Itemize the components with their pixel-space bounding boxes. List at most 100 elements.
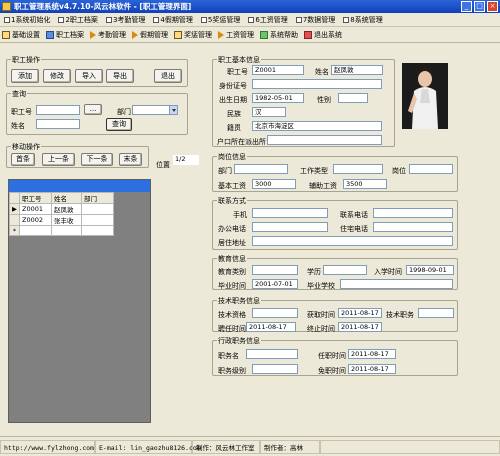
toolbar-attendance[interactable]: 考勤管理 bbox=[90, 30, 126, 40]
status-url: http://www.fylzhong.com bbox=[0, 439, 95, 454]
dept-field[interactable] bbox=[234, 164, 288, 174]
menu-rewards[interactable]: 5奖惩管理 bbox=[199, 15, 242, 25]
toolbar-employee-files[interactable]: 职工档案 bbox=[46, 30, 84, 40]
origin-label: 籍贯 bbox=[227, 124, 241, 132]
edu-category-field[interactable] bbox=[252, 265, 298, 275]
group-title: 职工基本信息 bbox=[217, 55, 261, 65]
next-button[interactable]: 下一条 bbox=[81, 153, 113, 166]
column-header[interactable]: 部门 bbox=[81, 192, 114, 204]
work-type-label: 工作类型 bbox=[300, 167, 328, 175]
toolbar-leave[interactable]: 假期管理 bbox=[132, 30, 168, 40]
close-icon[interactable]: × bbox=[487, 1, 498, 12]
duty-name-field[interactable] bbox=[246, 349, 298, 359]
column-header[interactable]: 姓名 bbox=[51, 192, 82, 204]
id-field[interactable] bbox=[252, 79, 382, 89]
arrow-icon bbox=[218, 31, 224, 39]
status-empty bbox=[320, 439, 500, 454]
tech-qual-field[interactable] bbox=[252, 308, 298, 318]
maximize-icon[interactable]: □ bbox=[474, 1, 485, 12]
menu-item-icon bbox=[248, 16, 255, 23]
first-button[interactable]: 首条 bbox=[11, 153, 35, 166]
name-input[interactable] bbox=[36, 119, 80, 129]
group-title: 技术职务信息 bbox=[217, 296, 261, 306]
menu-data[interactable]: 7数据管理 bbox=[294, 15, 337, 25]
menu-employee-files[interactable]: 2职工档案 bbox=[56, 15, 99, 25]
position-value: 1/2 bbox=[172, 154, 200, 166]
toolbar-rewards[interactable]: 奖惩管理 bbox=[174, 30, 212, 40]
table-cell[interactable] bbox=[81, 225, 114, 236]
home-phone-label: 住宅电话 bbox=[340, 225, 368, 233]
row-selector[interactable]: ▶ bbox=[9, 203, 20, 215]
window-title: 职工管理系统v4.7.10-风云林软件 - [职工管理界面] bbox=[14, 2, 192, 11]
group-title: 职工操作 bbox=[11, 55, 41, 65]
menu-salary[interactable]: 6工资管理 bbox=[246, 15, 289, 25]
row-selector[interactable]: * bbox=[9, 225, 20, 236]
duty-level-field[interactable] bbox=[252, 364, 298, 374]
mobile-field[interactable] bbox=[252, 208, 328, 218]
table-row[interactable]: * bbox=[9, 225, 114, 236]
toolbar-help[interactable]: 系统帮助 bbox=[260, 30, 298, 40]
menu-attendance[interactable]: 3考勤管理 bbox=[104, 15, 147, 25]
dismiss-date-label: 免职时间 bbox=[318, 367, 346, 375]
query-button[interactable]: 查询 bbox=[106, 118, 132, 131]
grad-date-field[interactable]: 2001-07-01 bbox=[252, 279, 298, 289]
enroll-field[interactable]: 1998-09-01 bbox=[406, 265, 454, 275]
menu-leave[interactable]: 4假期管理 bbox=[151, 15, 194, 25]
table-cell[interactable]: Z0001 bbox=[19, 203, 52, 215]
table-row[interactable]: ▶ Z0001 赵凤敦 bbox=[9, 203, 114, 215]
table-cell[interactable]: 张丰收 bbox=[51, 214, 82, 226]
appoint-date-field[interactable]: 2011-08-17 bbox=[348, 349, 396, 359]
table-row[interactable]: Z0002 张丰收 bbox=[9, 214, 114, 226]
arrow-icon bbox=[132, 31, 138, 39]
name-field[interactable]: 赵凤敦 bbox=[331, 65, 383, 75]
table-cell[interactable] bbox=[81, 203, 114, 215]
browse-button[interactable]: ... bbox=[84, 104, 102, 115]
emp-no-field[interactable]: Z0001 bbox=[252, 65, 304, 75]
menu-system-init[interactable]: 1系统初始化 bbox=[2, 15, 52, 25]
toolbar-exit[interactable]: 退出系统 bbox=[304, 30, 342, 40]
work-type-field[interactable] bbox=[333, 164, 383, 174]
school-field[interactable] bbox=[340, 279, 453, 289]
group-title: 教育信息 bbox=[217, 254, 247, 264]
emp-no-input[interactable] bbox=[36, 105, 80, 115]
end-date-field[interactable]: 2011-08-17 bbox=[338, 322, 382, 332]
phone-field[interactable] bbox=[373, 208, 453, 218]
hukou-field[interactable] bbox=[267, 135, 382, 145]
import-button[interactable]: 导入 bbox=[75, 69, 103, 83]
column-header[interactable]: 职工号 bbox=[19, 192, 52, 204]
edit-button[interactable]: 修改 bbox=[43, 69, 71, 83]
exit-button[interactable]: 退出 bbox=[154, 69, 182, 83]
prev-button[interactable]: 上一条 bbox=[42, 153, 75, 166]
table-cell[interactable] bbox=[51, 225, 82, 236]
birth-field[interactable]: 1982-05-01 bbox=[252, 93, 304, 103]
row-selector[interactable] bbox=[9, 214, 20, 226]
dept-select[interactable] bbox=[132, 105, 178, 115]
base-salary-field[interactable]: 3000 bbox=[252, 179, 296, 189]
post-field[interactable] bbox=[409, 164, 453, 174]
ethnic-field[interactable]: 汉 bbox=[252, 107, 286, 117]
menu-system-manage[interactable]: 8系统管理 bbox=[341, 15, 384, 25]
table-cell[interactable] bbox=[19, 225, 52, 236]
address-field[interactable] bbox=[252, 236, 453, 246]
end-date-label: 终止时间 bbox=[307, 325, 335, 333]
hire-date-field[interactable]: 2011-08-17 bbox=[246, 322, 296, 332]
person-photo-icon bbox=[402, 63, 448, 129]
aux-salary-field[interactable]: 3500 bbox=[343, 179, 387, 189]
minimize-icon[interactable]: _ bbox=[461, 1, 472, 12]
add-button[interactable]: 添加 bbox=[11, 69, 39, 83]
table-cell[interactable]: Z0002 bbox=[19, 214, 52, 226]
degree-field[interactable] bbox=[323, 265, 367, 275]
toolbar-salary[interactable]: 工资管理 bbox=[218, 30, 254, 40]
origin-field[interactable]: 北京市海淀区 bbox=[252, 121, 382, 131]
office-phone-field[interactable] bbox=[252, 222, 328, 232]
export-button[interactable]: 导出 bbox=[106, 69, 134, 83]
table-cell[interactable]: 赵凤敦 bbox=[51, 203, 82, 215]
gender-field[interactable] bbox=[338, 93, 368, 103]
home-phone-field[interactable] bbox=[373, 222, 453, 232]
obtain-date-field[interactable]: 2011-08-17 bbox=[338, 308, 382, 318]
last-button[interactable]: 末条 bbox=[119, 153, 142, 166]
table-cell[interactable] bbox=[81, 214, 114, 226]
dismiss-date-field[interactable]: 2011-08-17 bbox=[348, 364, 396, 374]
tech-duty-field[interactable] bbox=[418, 308, 454, 318]
toolbar-basic-settings[interactable]: 基础设置 bbox=[2, 30, 40, 40]
